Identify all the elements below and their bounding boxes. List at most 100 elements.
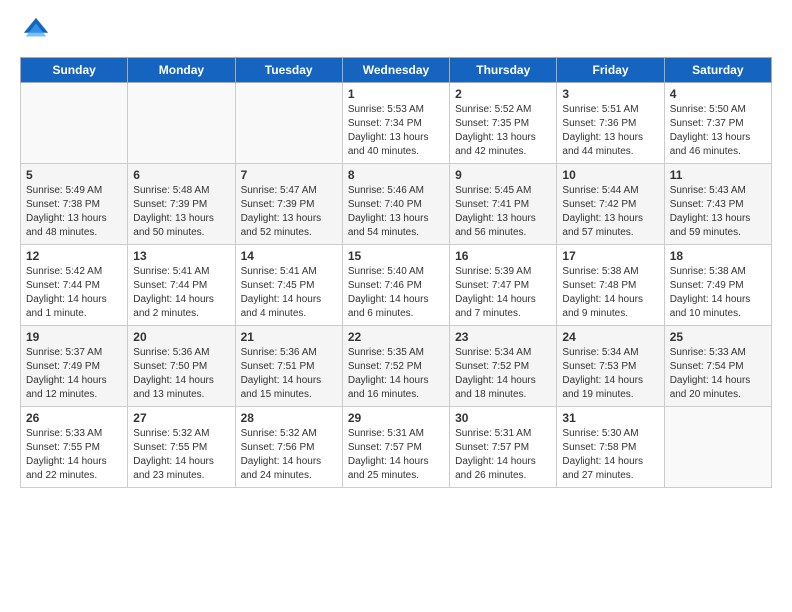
calendar-cell: 11Sunrise: 5:43 AM Sunset: 7:43 PM Dayli… xyxy=(664,164,771,245)
calendar-week-row: 26 Sunrise: 5:33 AM Sunset: 7:55 PM Dayli… xyxy=(21,407,772,488)
weekday-row: SundayMondayTuesdayWednesdayThursdayFrid… xyxy=(21,58,772,83)
day-info: Sunrise: 5:32 AM Sunset: 7:56 PM Dayligh… xyxy=(241,427,337,483)
day-info: Sunrise: 5:33 AM Sunset: 7:54 PM Dayligh… xyxy=(670,346,766,402)
day-number: 28 xyxy=(241,411,337,425)
day-number: 15 xyxy=(348,249,444,263)
calendar-cell: 23Sunrise: 5:34 AM Sunset: 7:52 PM Dayli… xyxy=(450,326,557,407)
calendar-cell: 5Sunrise: 5:49 AM Sunset: 7:38 PM Daylig… xyxy=(21,164,128,245)
calendar-cell: 3Sunrise: 5:51 AM Sunset: 7:36 PM Daylig… xyxy=(557,83,664,164)
calendar-cell: 2 Sunrise: 5:52 AM Sunset: 7:35 PM Daylig… xyxy=(450,83,557,164)
calendar-cell: 25 Sunrise: 5:33 AM Sunset: 7:54 PM Dayli… xyxy=(664,326,771,407)
calendar-cell: 26 Sunrise: 5:33 AM Sunset: 7:55 PM Dayli… xyxy=(21,407,128,488)
calendar-week-row: 5Sunrise: 5:49 AM Sunset: 7:38 PM Daylig… xyxy=(21,164,772,245)
day-number: 23 xyxy=(455,330,551,344)
day-number: 20 xyxy=(133,330,229,344)
day-number: 3 xyxy=(562,87,658,101)
day-number: 14 xyxy=(241,249,337,263)
calendar-table: SundayMondayTuesdayWednesdayThursdayFrid… xyxy=(20,57,772,488)
day-number: 21 xyxy=(241,330,337,344)
day-info: Sunrise: 5:30 AM Sunset: 7:58 PM Dayligh… xyxy=(562,427,658,483)
calendar-cell: 12 Sunrise: 5:42 AM Sunset: 7:44 PM Dayli… xyxy=(21,245,128,326)
day-number: 8 xyxy=(348,168,444,182)
calendar-cell: 9 Sunrise: 5:45 AM Sunset: 7:41 PM Daylig… xyxy=(450,164,557,245)
calendar-cell xyxy=(664,407,771,488)
calendar-header: SundayMondayTuesdayWednesdayThursdayFrid… xyxy=(21,58,772,83)
day-info: Sunrise: 5:40 AM Sunset: 7:46 PM Dayligh… xyxy=(348,265,444,321)
day-info: Sunrise: 5:32 AM Sunset: 7:55 PM Dayligh… xyxy=(133,427,229,483)
day-number: 19 xyxy=(26,330,122,344)
day-number: 24 xyxy=(562,330,658,344)
calendar-cell: 13 Sunrise: 5:41 AM Sunset: 7:44 PM Dayli… xyxy=(128,245,235,326)
day-number: 1 xyxy=(348,87,444,101)
calendar-cell: 4Sunrise: 5:50 AM Sunset: 7:37 PM Daylig… xyxy=(664,83,771,164)
day-info: Sunrise: 5:41 AM Sunset: 7:44 PM Dayligh… xyxy=(133,265,229,321)
day-number: 6 xyxy=(133,168,229,182)
day-number: 17 xyxy=(562,249,658,263)
calendar-week-row: 12 Sunrise: 5:42 AM Sunset: 7:44 PM Dayli… xyxy=(21,245,772,326)
day-number: 18 xyxy=(670,249,766,263)
calendar-cell: 27 Sunrise: 5:32 AM Sunset: 7:55 PM Dayli… xyxy=(128,407,235,488)
day-info: Sunrise: 5:48 AM Sunset: 7:39 PM Dayligh… xyxy=(133,184,229,240)
day-number: 27 xyxy=(133,411,229,425)
weekday-header: Sunday xyxy=(21,58,128,83)
calendar-cell: 16 Sunrise: 5:39 AM Sunset: 7:47 PM Dayli… xyxy=(450,245,557,326)
day-number: 9 xyxy=(455,168,551,182)
day-info: Sunrise: 5:38 AM Sunset: 7:48 PM Dayligh… xyxy=(562,265,658,321)
calendar-cell xyxy=(21,83,128,164)
calendar-cell: 24 Sunrise: 5:34 AM Sunset: 7:53 PM Dayli… xyxy=(557,326,664,407)
calendar-cell xyxy=(235,83,342,164)
day-number: 11 xyxy=(670,168,766,182)
day-number: 13 xyxy=(133,249,229,263)
day-number: 2 xyxy=(455,87,551,101)
calendar-cell xyxy=(128,83,235,164)
day-info: Sunrise: 5:37 AM Sunset: 7:49 PM Dayligh… xyxy=(26,346,122,402)
calendar-cell: 7 Sunrise: 5:47 AM Sunset: 7:39 PM Daylig… xyxy=(235,164,342,245)
calendar-cell: 14 Sunrise: 5:41 AM Sunset: 7:45 PM Dayli… xyxy=(235,245,342,326)
calendar-cell: 18 Sunrise: 5:38 AM Sunset: 7:49 PM Dayli… xyxy=(664,245,771,326)
day-info: Sunrise: 5:33 AM Sunset: 7:55 PM Dayligh… xyxy=(26,427,122,483)
logo-icon xyxy=(22,16,50,44)
day-info: Sunrise: 5:52 AM Sunset: 7:35 PM Dayligh… xyxy=(455,103,551,159)
calendar-cell: 30 Sunrise: 5:31 AM Sunset: 7:57 PM Dayli… xyxy=(450,407,557,488)
day-info: Sunrise: 5:42 AM Sunset: 7:44 PM Dayligh… xyxy=(26,265,122,321)
day-number: 31 xyxy=(562,411,658,425)
day-number: 10 xyxy=(562,168,658,182)
day-info: Sunrise: 5:39 AM Sunset: 7:47 PM Dayligh… xyxy=(455,265,551,321)
calendar-cell: 17 Sunrise: 5:38 AM Sunset: 7:48 PM Dayli… xyxy=(557,245,664,326)
calendar-cell: 15 Sunrise: 5:40 AM Sunset: 7:46 PM Dayli… xyxy=(342,245,449,326)
weekday-header: Monday xyxy=(128,58,235,83)
weekday-header: Wednesday xyxy=(342,58,449,83)
day-info: Sunrise: 5:36 AM Sunset: 7:50 PM Dayligh… xyxy=(133,346,229,402)
day-number: 30 xyxy=(455,411,551,425)
day-info: Sunrise: 5:41 AM Sunset: 7:45 PM Dayligh… xyxy=(241,265,337,321)
day-number: 25 xyxy=(670,330,766,344)
calendar-week-row: 19 Sunrise: 5:37 AM Sunset: 7:49 PM Dayli… xyxy=(21,326,772,407)
day-number: 12 xyxy=(26,249,122,263)
calendar-cell: 31 Sunrise: 5:30 AM Sunset: 7:58 PM Dayli… xyxy=(557,407,664,488)
calendar-body: 1Sunrise: 5:53 AM Sunset: 7:34 PM Daylig… xyxy=(21,83,772,488)
day-info: Sunrise: 5:45 AM Sunset: 7:41 PM Dayligh… xyxy=(455,184,551,240)
weekday-header: Saturday xyxy=(664,58,771,83)
day-number: 22 xyxy=(348,330,444,344)
weekday-header: Thursday xyxy=(450,58,557,83)
calendar-cell: 20 Sunrise: 5:36 AM Sunset: 7:50 PM Dayli… xyxy=(128,326,235,407)
calendar-cell: 28 Sunrise: 5:32 AM Sunset: 7:56 PM Dayli… xyxy=(235,407,342,488)
day-info: Sunrise: 5:38 AM Sunset: 7:49 PM Dayligh… xyxy=(670,265,766,321)
calendar-cell: 10 Sunrise: 5:44 AM Sunset: 7:42 PM Dayli… xyxy=(557,164,664,245)
day-info: Sunrise: 5:44 AM Sunset: 7:42 PM Dayligh… xyxy=(562,184,658,240)
day-info: Sunrise: 5:31 AM Sunset: 7:57 PM Dayligh… xyxy=(455,427,551,483)
calendar-cell: 19 Sunrise: 5:37 AM Sunset: 7:49 PM Dayli… xyxy=(21,326,128,407)
calendar-cell: 29Sunrise: 5:31 AM Sunset: 7:57 PM Dayli… xyxy=(342,407,449,488)
day-info: Sunrise: 5:34 AM Sunset: 7:53 PM Dayligh… xyxy=(562,346,658,402)
calendar-cell: 21Sunrise: 5:36 AM Sunset: 7:51 PM Dayli… xyxy=(235,326,342,407)
page-header xyxy=(20,16,772,49)
day-info: Sunrise: 5:49 AM Sunset: 7:38 PM Dayligh… xyxy=(26,184,122,240)
day-number: 16 xyxy=(455,249,551,263)
day-info: Sunrise: 5:50 AM Sunset: 7:37 PM Dayligh… xyxy=(670,103,766,159)
weekday-header: Tuesday xyxy=(235,58,342,83)
day-number: 29 xyxy=(348,411,444,425)
day-info: Sunrise: 5:47 AM Sunset: 7:39 PM Dayligh… xyxy=(241,184,337,240)
day-number: 26 xyxy=(26,411,122,425)
day-number: 7 xyxy=(241,168,337,182)
calendar-cell: 1Sunrise: 5:53 AM Sunset: 7:34 PM Daylig… xyxy=(342,83,449,164)
